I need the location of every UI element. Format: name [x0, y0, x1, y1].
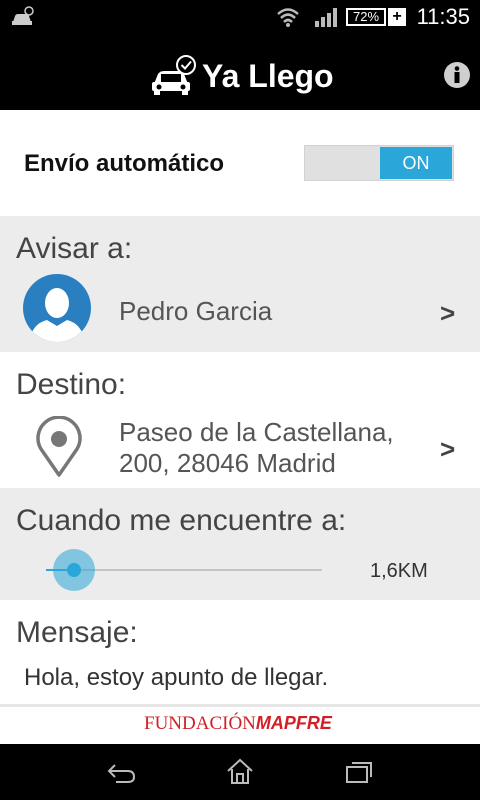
notify-chevron-icon: >	[440, 298, 456, 328]
status-bar: 72% + 11:35	[0, 0, 480, 36]
recent-apps-icon[interactable]	[345, 760, 373, 784]
destination-heading: Destino:	[16, 368, 127, 401]
info-icon[interactable]	[443, 61, 471, 89]
app-title: Ya Llego	[202, 58, 334, 94]
wifi-icon	[277, 8, 299, 27]
action-bar: Ya Llego	[0, 36, 480, 110]
fundacion-mapfre-logo: FUNDACIÓNMAPFRE	[144, 713, 332, 734]
toggle-on-label: ON	[380, 147, 452, 179]
notify-heading: Avisar a:	[16, 232, 133, 265]
notify-section[interactable]: Avisar a: Pedro Garcia >	[0, 216, 480, 352]
battery-indicator: 72%	[346, 8, 386, 26]
destination-section[interactable]: Destino: Paseo de la Castellana, 200, 28…	[0, 352, 480, 488]
navigation-bar	[0, 744, 480, 800]
signal-icon	[315, 8, 337, 27]
destination-line2: 200, 28046 Madrid	[119, 448, 336, 478]
slider-thumb[interactable]	[52, 549, 95, 591]
clock: 11:35	[416, 4, 470, 29]
auto-send-toggle[interactable]: ON	[304, 145, 454, 181]
destination-chevron-icon: >	[440, 434, 456, 464]
contact-name: Pedro Garcia	[119, 296, 273, 326]
message-heading: Mensaje:	[16, 616, 138, 649]
charging-icon: +	[388, 8, 406, 26]
auto-send-label: Envío automático	[24, 150, 225, 177]
home-icon[interactable]	[226, 758, 254, 786]
distance-section: Cuando me encuentre a: 1,6KM	[0, 488, 480, 600]
location-pin-icon	[36, 416, 82, 477]
back-icon[interactable]	[106, 762, 136, 784]
contact-avatar-icon	[23, 274, 91, 342]
car-notification-icon	[12, 6, 34, 25]
message-section[interactable]: Mensaje: Hola, estoy apunto de llegar.	[0, 600, 480, 704]
distance-heading: Cuando me encuentre a:	[16, 504, 347, 537]
car-check-icon	[152, 55, 196, 95]
message-text: Hola, estoy apunto de llegar.	[24, 664, 329, 691]
distance-value: 1,6KM	[370, 560, 428, 582]
destination-line1: Paseo de la Castellana,	[119, 417, 394, 447]
